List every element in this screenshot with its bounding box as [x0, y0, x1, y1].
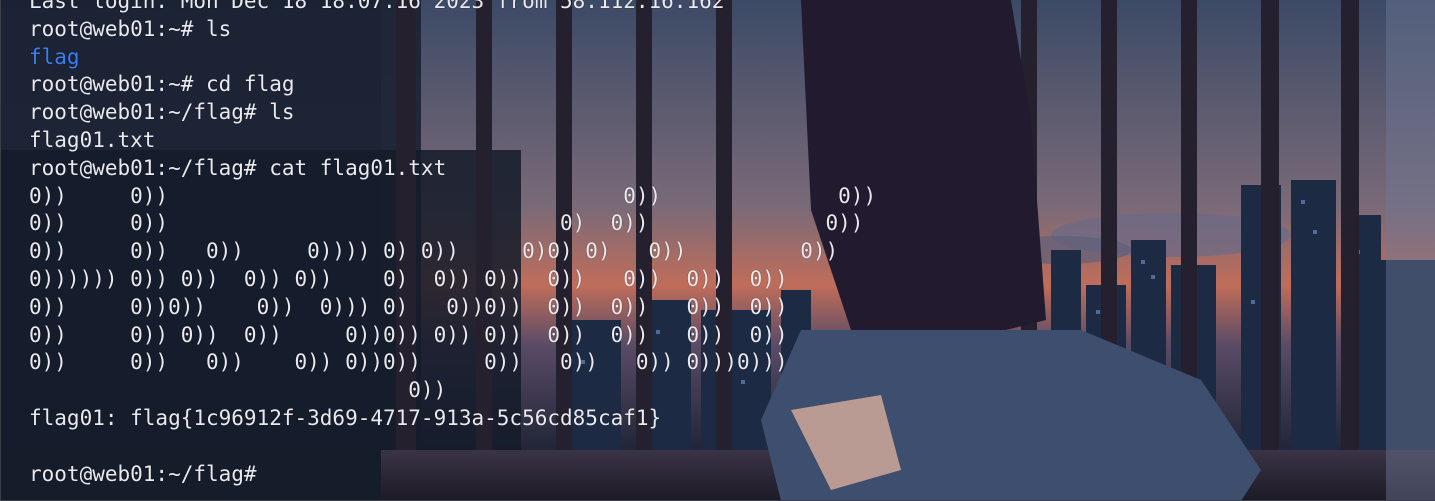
terminal-line-file-listing: flag01.txt: [29, 127, 156, 152]
terminal-output[interactable]: Last login: Mon Dec 18 18:07:16 2023 fro…: [29, 0, 876, 488]
ascii-art-line-7: 0)) 0)) 0)) 0)) 0))0)) 0)) 0)) 0)) 0)))0…: [29, 350, 788, 375]
ascii-art-line-2: 0)) 0)) 0) 0)) 0)): [29, 211, 864, 236]
ascii-art-line-4: 0)))))) 0)) 0)) 0)) 0)) 0) 0)) 0)) 0)) 0…: [29, 266, 788, 291]
ascii-art-line-1: 0)) 0)) 0)) 0)): [29, 183, 877, 208]
ascii-art-line-6: 0)) 0)) 0)) 0)) 0))0)) 0)) 0)) 0)) 0)) 0…: [29, 322, 788, 347]
terminal-line-prompt-ls: root@web01:~# ls: [29, 16, 232, 41]
terminal-line-last-login: Last login: Mon Dec 18 18:07:16 2023 fro…: [29, 0, 725, 13]
terminal-current-prompt[interactable]: root@web01:~/flag#: [29, 461, 876, 489]
terminal-window[interactable]: Last login: Mon Dec 18 18:07:16 2023 fro…: [0, 0, 1435, 501]
flag-output-line: flag01: flag{1c96912f-3d69-4717-913a-5c5…: [29, 405, 662, 430]
terminal-line-prompt-cd: root@web01:~# cd flag: [29, 72, 295, 97]
terminal-line-dir-flag: flag: [29, 44, 80, 69]
terminal-line-prompt-cat: root@web01:~/flag# cat flag01.txt: [29, 155, 447, 180]
ascii-art-line-8: 0)): [29, 378, 447, 403]
ascii-art-line-3: 0)) 0)) 0)) 0)))) 0) 0)) 0)0) 0) 0)) 0)): [29, 239, 839, 264]
terminal-line-prompt-ls-flag: root@web01:~/flag# ls: [29, 100, 295, 125]
ascii-art-line-5: 0)) 0))0)) 0)) 0))) 0) 0))0)) 0)) 0)) 0)…: [29, 294, 788, 319]
